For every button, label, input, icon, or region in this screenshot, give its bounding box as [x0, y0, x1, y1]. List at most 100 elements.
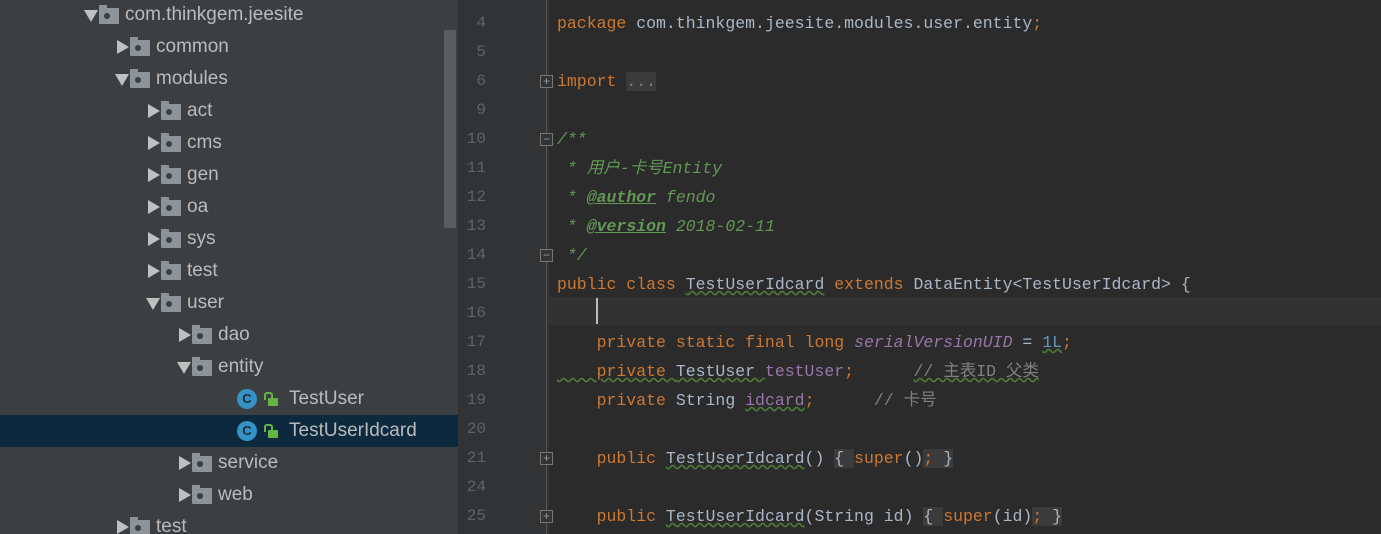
code-line: package com.thinkgem.jeesite.modules.use…: [557, 9, 1042, 38]
code-token: * 用户-卡号Entity: [557, 159, 723, 178]
class-icon: C: [237, 421, 257, 441]
tree-item-cms[interactable]: cms: [0, 127, 458, 159]
line-number: 19: [466, 391, 486, 409]
package-folder-icon: [192, 453, 212, 472]
tree-item-label: common: [156, 36, 229, 57]
package-folder-icon: [161, 261, 181, 280]
package-folder-icon: [130, 37, 150, 56]
package-folder-icon: [192, 485, 212, 504]
code-token: import: [557, 72, 627, 91]
expand-arrow-down-icon[interactable]: [115, 74, 129, 86]
code-token: /**: [557, 130, 587, 149]
expand-arrow-right-icon[interactable]: [117, 40, 129, 54]
fold-expand-icon[interactable]: +: [540, 75, 553, 88]
tree-scrollbar[interactable]: [444, 30, 456, 228]
line-number: 14: [466, 246, 486, 264]
expand-arrow-right-icon[interactable]: [179, 456, 191, 470]
code-line: * @author fendo: [557, 183, 716, 212]
expand-arrow-down-icon[interactable]: [146, 298, 160, 310]
expand-arrow-right-icon[interactable]: [117, 520, 129, 534]
code-token: package: [557, 14, 637, 33]
code-token: // 卡号: [814, 391, 937, 410]
package-folder-icon: [161, 293, 181, 312]
tree-item-common[interactable]: common: [0, 31, 458, 63]
tree-item-label: dao: [218, 324, 250, 345]
tree-item-label: test: [156, 516, 187, 534]
code-line: * 用户-卡号Entity: [557, 154, 722, 183]
tree-item-testuser[interactable]: C TestUser: [0, 383, 458, 415]
code-token: }: [1042, 507, 1063, 526]
project-tree: com.thinkgem.jeesite common modules act cms g…: [0, 0, 459, 534]
line-number: 20: [466, 420, 486, 438]
code-token: fendo: [656, 188, 716, 207]
line-number: 15: [466, 275, 486, 293]
expand-arrow-down-icon[interactable]: [177, 362, 191, 374]
code-token: DataEntity<TestUserIdcard> {: [913, 275, 1191, 294]
code-token: idcard: [745, 391, 805, 410]
tree-item-label: sys: [187, 228, 216, 249]
tree-item-test[interactable]: test: [0, 255, 458, 287]
fold-expand-icon[interactable]: +: [540, 510, 553, 523]
package-folder-icon: [99, 5, 119, 24]
tree-item-label: TestUser: [289, 388, 364, 409]
tree-item-modules[interactable]: modules: [0, 63, 458, 95]
code-token: =: [1012, 333, 1043, 352]
code-token: TestUser: [675, 362, 765, 381]
package-folder-icon: [130, 517, 150, 534]
tree-item-com-thinkgem-jeesite[interactable]: com.thinkgem.jeesite: [0, 0, 458, 31]
expand-arrow-right-icon[interactable]: [148, 104, 160, 118]
code-token: {: [834, 449, 855, 468]
expand-arrow-right-icon[interactable]: [148, 264, 160, 278]
tree-item-test[interactable]: test: [0, 511, 458, 534]
tree-item-gen[interactable]: gen: [0, 159, 458, 191]
tree-item-sys[interactable]: sys: [0, 223, 458, 255]
code-token: com.thinkgem.jeesite.modules.user.entity: [636, 14, 1033, 33]
code-token: super: [943, 507, 993, 526]
tree-item-label: entity: [218, 356, 264, 377]
code-token: TestUserIdcard: [665, 507, 805, 526]
class-icon: C: [237, 389, 257, 409]
expand-arrow-right-icon[interactable]: [148, 232, 160, 246]
expand-arrow-right-icon[interactable]: [148, 136, 160, 150]
tree-item-label: modules: [156, 68, 228, 89]
tree-item-user[interactable]: user: [0, 287, 458, 319]
tree-item-act[interactable]: act: [0, 95, 458, 127]
expand-arrow-right-icon[interactable]: [179, 488, 191, 502]
tree-item-entity[interactable]: entity: [0, 351, 458, 383]
line-number: 17: [466, 333, 486, 351]
fold-collapse-icon[interactable]: −: [540, 249, 553, 262]
code-token: 1L: [1042, 333, 1063, 352]
expand-arrow-right-icon[interactable]: [179, 328, 191, 342]
tree-item-label: com.thinkgem.jeesite: [125, 4, 304, 25]
public-access-lock-icon: [264, 424, 278, 438]
tree-item-service[interactable]: service: [0, 447, 458, 479]
code-token: ...: [626, 72, 657, 91]
line-number: 24: [466, 478, 486, 496]
tree-item-label: act: [187, 100, 213, 121]
code-token: {: [923, 507, 944, 526]
expand-arrow-right-icon[interactable]: [148, 168, 160, 182]
line-number: 10: [466, 130, 486, 148]
package-folder-icon: [161, 133, 181, 152]
fold-expand-icon[interactable]: +: [540, 452, 553, 465]
package-folder-icon: [130, 69, 150, 88]
code-token: *: [557, 217, 587, 236]
code-line: public TestUserIdcard(String id) { super…: [557, 502, 1063, 531]
code-token: (): [804, 449, 835, 468]
code-line: import ...: [557, 67, 657, 96]
code-token: */: [557, 246, 587, 265]
tree-item-testuseridcard[interactable]: C TestUserIdcard: [0, 415, 458, 447]
text-caret: [596, 298, 598, 324]
expand-arrow-right-icon[interactable]: [148, 200, 160, 214]
code-token: (String id): [804, 507, 924, 526]
tree-item-dao[interactable]: dao: [0, 319, 458, 351]
code-line: public class TestUserIdcard extends Data…: [557, 270, 1191, 299]
code-token: super: [854, 449, 904, 468]
tree-item-web[interactable]: web: [0, 479, 458, 511]
tree-item-oa[interactable]: oa: [0, 191, 458, 223]
line-number: 9: [476, 101, 486, 119]
code-line: private static final long serialVersionU…: [557, 328, 1072, 357]
line-number: 4: [476, 14, 486, 32]
fold-collapse-icon[interactable]: −: [540, 133, 553, 146]
expand-arrow-down-icon[interactable]: [84, 10, 98, 22]
